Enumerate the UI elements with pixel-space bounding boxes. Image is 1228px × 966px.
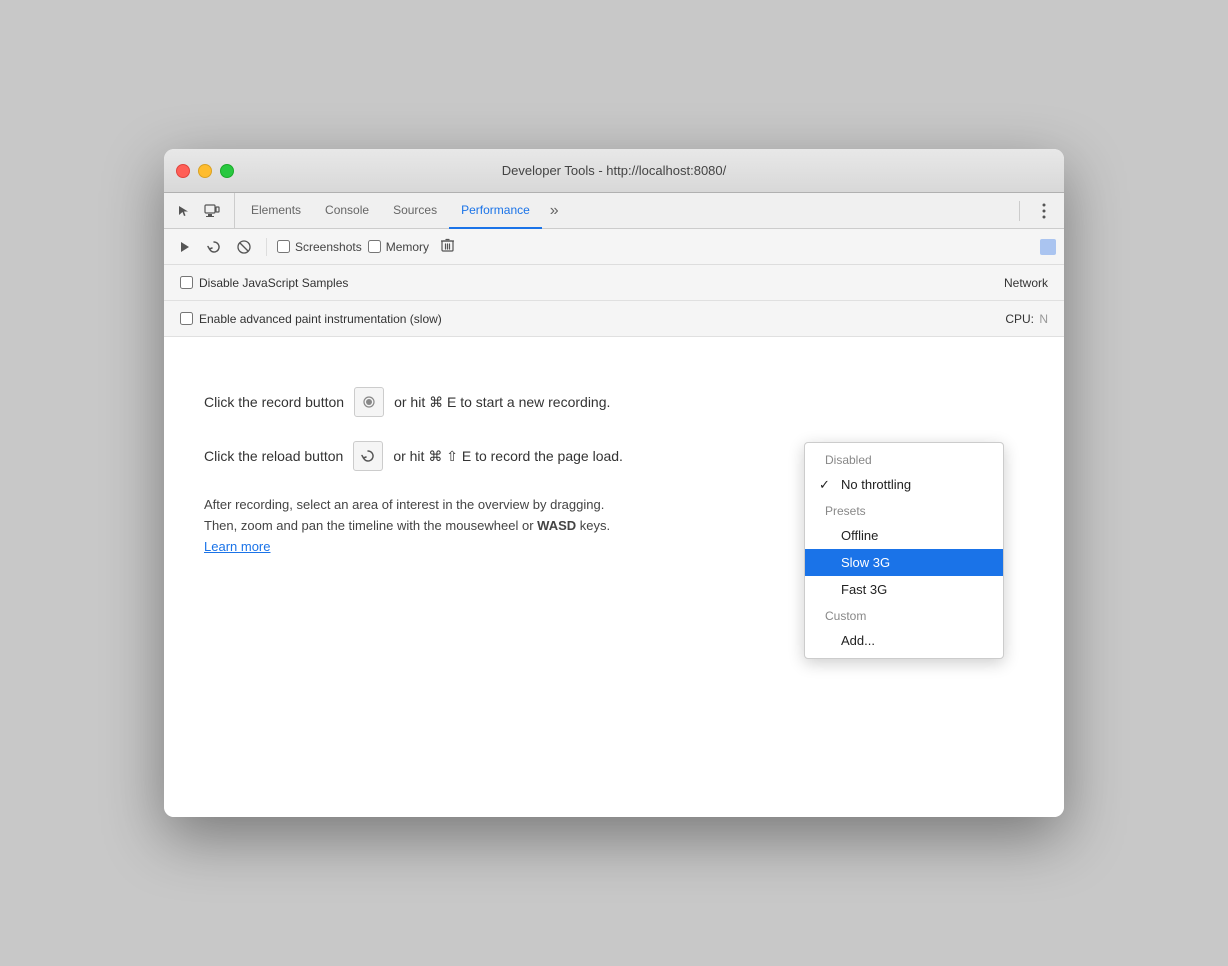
learn-more-link[interactable]: Learn more bbox=[204, 539, 270, 554]
device-icon[interactable] bbox=[200, 199, 224, 223]
options-row: Disable JavaScript Samples Network bbox=[164, 265, 1064, 301]
record-btn-inline bbox=[354, 387, 384, 417]
menu-item-fast-3g[interactable]: Fast 3G bbox=[805, 576, 1003, 603]
network-label: Network bbox=[1004, 276, 1048, 290]
devtools-window: Developer Tools - http://localhost:8080/… bbox=[164, 149, 1064, 817]
divider bbox=[1019, 201, 1020, 221]
screenshots-checkbox-label[interactable]: Screenshots bbox=[277, 240, 362, 254]
traffic-lights bbox=[176, 164, 234, 178]
reload-button[interactable] bbox=[202, 235, 226, 259]
disable-js-checkbox[interactable] bbox=[180, 276, 193, 289]
devtools-icons bbox=[172, 193, 235, 228]
tab-performance[interactable]: Performance bbox=[449, 193, 542, 229]
cpu-label: CPU: N bbox=[1005, 312, 1048, 326]
network-throttle-dropdown: Disabled ✓ No throttling Presets Offline… bbox=[804, 442, 1004, 659]
maximize-button[interactable] bbox=[220, 164, 234, 178]
menu-item-slow-3g[interactable]: Slow 3G bbox=[805, 549, 1003, 576]
menu-item-add[interactable]: Add... bbox=[805, 627, 1003, 654]
content-area: Click the record button or hit ⌘ E to st… bbox=[164, 337, 1064, 817]
window-title: Developer Tools - http://localhost:8080/ bbox=[502, 163, 727, 178]
options-row-2: Enable advanced paint instrumentation (s… bbox=[164, 301, 1064, 337]
tabbar-right bbox=[1013, 193, 1056, 228]
titlebar: Developer Tools - http://localhost:8080/ bbox=[164, 149, 1064, 193]
screenshots-checkbox[interactable] bbox=[277, 240, 290, 253]
minimize-button[interactable] bbox=[198, 164, 212, 178]
menu-category-presets: Presets bbox=[805, 498, 1003, 522]
menu-category-disabled: Disabled bbox=[805, 447, 1003, 471]
divider-1 bbox=[266, 238, 267, 256]
paint-checkbox[interactable] bbox=[180, 312, 193, 325]
cursor-icon[interactable] bbox=[172, 199, 196, 223]
more-tabs-button[interactable]: » bbox=[542, 193, 567, 228]
memory-checkbox[interactable] bbox=[368, 240, 381, 253]
checkmark-icon: ✓ bbox=[819, 477, 830, 493]
tab-console[interactable]: Console bbox=[313, 193, 381, 229]
tabbar: Elements Console Sources Performance » bbox=[164, 193, 1064, 229]
paint-label[interactable]: Enable advanced paint instrumentation (s… bbox=[180, 312, 442, 326]
tab-sources[interactable]: Sources bbox=[381, 193, 449, 229]
close-button[interactable] bbox=[176, 164, 190, 178]
menu-item-no-throttling[interactable]: ✓ No throttling bbox=[805, 471, 1003, 498]
menu-category-custom: Custom bbox=[805, 603, 1003, 627]
reload-btn-inline bbox=[353, 441, 383, 471]
more-options-icon[interactable] bbox=[1032, 199, 1056, 223]
disable-js-label[interactable]: Disable JavaScript Samples bbox=[180, 276, 348, 290]
clear-button[interactable] bbox=[232, 235, 256, 259]
memory-checkbox-label[interactable]: Memory bbox=[368, 240, 429, 254]
record-button[interactable] bbox=[172, 235, 196, 259]
trash-button[interactable] bbox=[441, 238, 454, 255]
tab-elements[interactable]: Elements bbox=[239, 193, 313, 229]
content-note: After recording, select an area of inter… bbox=[204, 495, 904, 557]
network-throttle-indicator bbox=[1040, 239, 1056, 255]
toolbar: Screenshots Memory bbox=[164, 229, 1064, 265]
record-instruction: Click the record button or hit ⌘ E to st… bbox=[204, 387, 1024, 417]
menu-item-offline[interactable]: Offline bbox=[805, 522, 1003, 549]
